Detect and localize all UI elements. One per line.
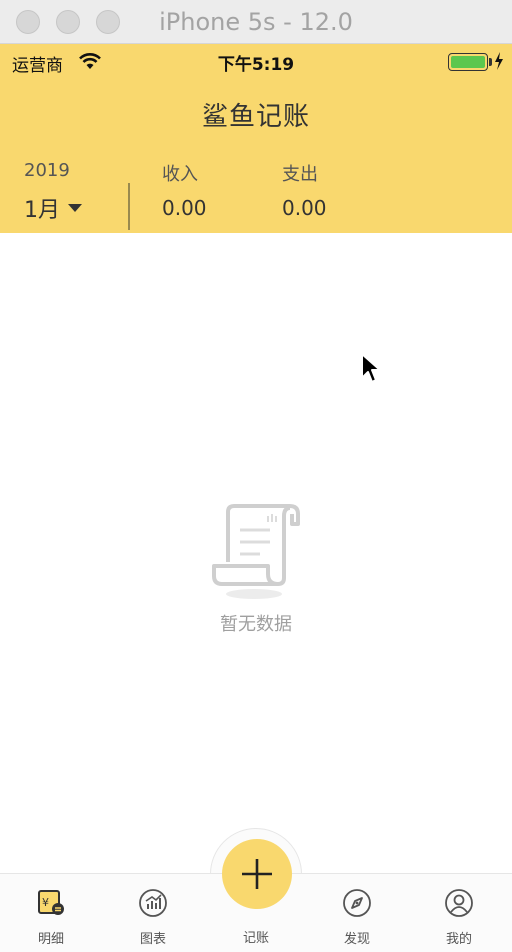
tab-mine-label: 我的 [445, 932, 472, 947]
simulator-titlebar: iPhone 5s - 12.0 [0, 0, 512, 44]
battery-icon [448, 53, 488, 71]
svg-text:¥: ¥ [42, 896, 49, 909]
tab-discover[interactable]: 发现 [306, 874, 408, 952]
income-value: 0.00 [162, 196, 207, 220]
battery-cap [489, 58, 492, 66]
status-bar: 运营商 下午5:19 [0, 44, 512, 78]
year-label: 2019 [24, 160, 70, 181]
tab-charts[interactable]: 图表 [102, 874, 204, 952]
compass-icon [343, 889, 371, 917]
user-icon [445, 889, 473, 917]
battery-level [451, 56, 485, 68]
charging-bolt-icon [495, 52, 503, 70]
window-title: iPhone 5s - 12.0 [159, 8, 353, 36]
chart-icon [139, 889, 167, 917]
dropdown-caret-icon [68, 204, 82, 212]
tab-mine[interactable]: 我的 [408, 874, 510, 952]
receipt-scroll-icon [212, 504, 300, 599]
plus-icon [242, 859, 272, 889]
status-time: 下午5:19 [217, 55, 295, 75]
expense-value: 0.00 [282, 196, 327, 220]
empty-state-text: 暂无数据 [220, 614, 292, 635]
income-label: 收入 [162, 164, 198, 185]
tab-charts-label: 图表 [139, 932, 166, 947]
app-header: 运营商 下午5:19 鲨鱼记账 2019 1月 收入 0.00 支出 0.00 [0, 44, 512, 233]
add-record-button[interactable] [222, 839, 292, 909]
header-divider [128, 183, 130, 230]
app-title: 鲨鱼记账 [201, 102, 310, 132]
ledger-icon: ¥ [38, 890, 64, 915]
empty-state: 暂无数据 [0, 500, 512, 636]
month-selector[interactable]: 1月 [24, 192, 82, 224]
tab-record-label: 记账 [242, 931, 269, 946]
tab-details-label: 明细 [37, 932, 64, 947]
tab-details[interactable]: ¥ 明细 [0, 874, 102, 952]
month-label: 1月 [24, 198, 60, 223]
tab-discover-label: 发现 [343, 932, 370, 947]
expense-label: 支出 [282, 164, 318, 185]
mouse-cursor-icon [361, 353, 381, 383]
